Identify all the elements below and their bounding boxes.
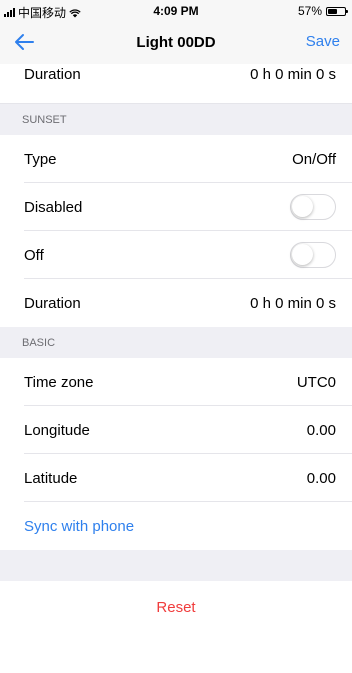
row-label: Type: [24, 150, 57, 168]
section-header-sunset: SUNSET: [0, 104, 352, 135]
latitude-row[interactable]: Latitude 0.00: [0, 454, 352, 502]
settings-list: Duration 0 h 0 min 0 s SUNSET Type On/Of…: [0, 64, 352, 673]
battery-icon: [326, 6, 348, 16]
row-label: Duration: [24, 66, 81, 83]
row-label: Duration: [24, 294, 81, 312]
row-value: On/Off: [292, 150, 336, 168]
section-header-basic: BASIC: [0, 327, 352, 358]
row-label: Time zone: [24, 373, 94, 391]
longitude-row[interactable]: Longitude 0.00: [0, 406, 352, 454]
toggle-knob: [292, 244, 313, 265]
nav-bar: Light 00DD Save: [0, 20, 352, 64]
type-row[interactable]: Type On/Off: [0, 135, 352, 183]
battery-fill: [328, 8, 337, 14]
bottom-area: [0, 633, 352, 673]
row-label: Latitude: [24, 469, 78, 487]
duration-row[interactable]: Duration 0 h 0 min 0 s: [0, 279, 352, 327]
sync-with-phone-button[interactable]: Sync with phone: [0, 502, 352, 550]
row-label: Disabled: [24, 198, 83, 216]
toggle-knob: [292, 196, 313, 217]
time-zone-row[interactable]: Time zone UTC0: [0, 358, 352, 406]
row-value: 0.00: [306, 421, 336, 439]
row-label: Off: [24, 246, 44, 264]
reset-label: Reset: [156, 598, 196, 616]
save-button[interactable]: Save: [306, 33, 340, 50]
off-toggle[interactable]: [290, 242, 336, 268]
status-right: 57%: [297, 4, 348, 18]
page-title: Light 00DD: [136, 34, 216, 51]
disabled-row: Disabled: [0, 183, 352, 231]
battery-percent: 57%: [297, 4, 322, 18]
row-value: UTC0: [296, 373, 336, 391]
duration-row-top[interactable]: Duration 0 h 0 min 0 s: [0, 64, 352, 104]
status-bar: 中国移动 4:09 PM 57%: [0, 0, 352, 20]
row-value: 0 h 0 min 0 s: [250, 294, 336, 312]
section-spacer: [0, 550, 352, 581]
row-value: 0.00: [306, 469, 336, 487]
disabled-toggle[interactable]: [290, 194, 336, 220]
reset-button[interactable]: Reset: [0, 581, 352, 633]
off-row: Off: [0, 231, 352, 279]
row-label: Longitude: [24, 421, 90, 439]
row-value: 0 h 0 min 0 s: [250, 66, 336, 83]
sync-with-phone-label: Sync with phone: [24, 517, 135, 535]
